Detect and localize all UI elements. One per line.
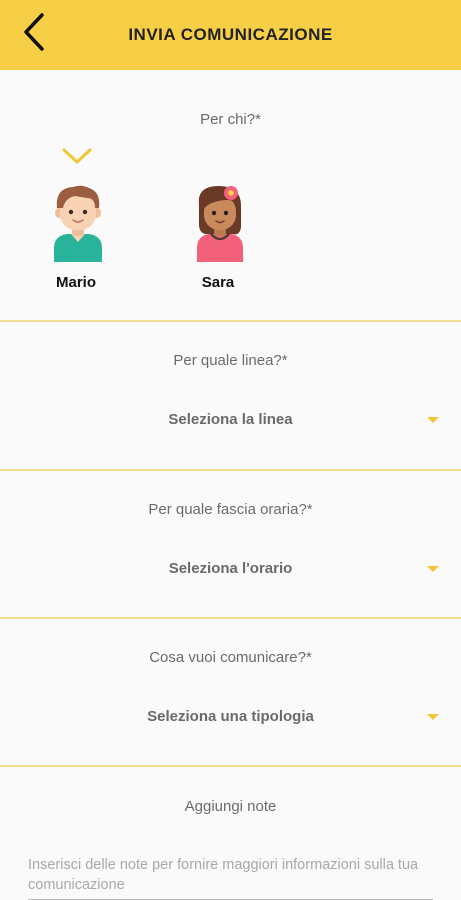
time-label: Per quale fascia oraria?*	[148, 501, 313, 518]
recipient-name: Mario	[55, 274, 96, 291]
girl-avatar-icon	[193, 184, 247, 264]
type-select[interactable]: Seleziona una tipologia	[0, 698, 461, 738]
line-select[interactable]: Seleziona la linea	[0, 401, 461, 441]
line-select-value: Seleziona la linea	[168, 411, 293, 428]
chevron-left-icon	[22, 12, 46, 57]
selected-chevron-icon	[62, 148, 92, 169]
dropdown-caret-icon	[427, 417, 439, 423]
recipient-name: Sara	[201, 274, 235, 291]
dropdown-caret-icon	[427, 714, 439, 720]
time-select[interactable]: Seleziona l'orario	[0, 550, 461, 590]
section-divider	[0, 617, 461, 619]
dropdown-caret-icon	[427, 566, 439, 572]
section-divider	[0, 320, 461, 322]
section-divider	[0, 469, 461, 471]
notes-field[interactable]: Inserisci delle note per fornire maggior…	[28, 855, 433, 900]
back-button[interactable]	[14, 12, 54, 56]
app-header: INVIA COMUNICAZIONE	[0, 0, 461, 70]
type-label: Cosa vuoi comunicare?*	[149, 649, 312, 666]
time-select-value: Seleziona l'orario	[168, 560, 293, 577]
type-select-value: Seleziona una tipologia	[147, 708, 314, 725]
recipient-label: Per chi?*	[200, 111, 261, 128]
line-label: Per quale linea?*	[173, 352, 288, 369]
section-divider	[0, 765, 461, 767]
notes-label: Aggiungi note	[184, 798, 277, 815]
page-title: INVIA COMUNICAZIONE	[128, 25, 333, 44]
boy-avatar-icon	[51, 184, 105, 264]
